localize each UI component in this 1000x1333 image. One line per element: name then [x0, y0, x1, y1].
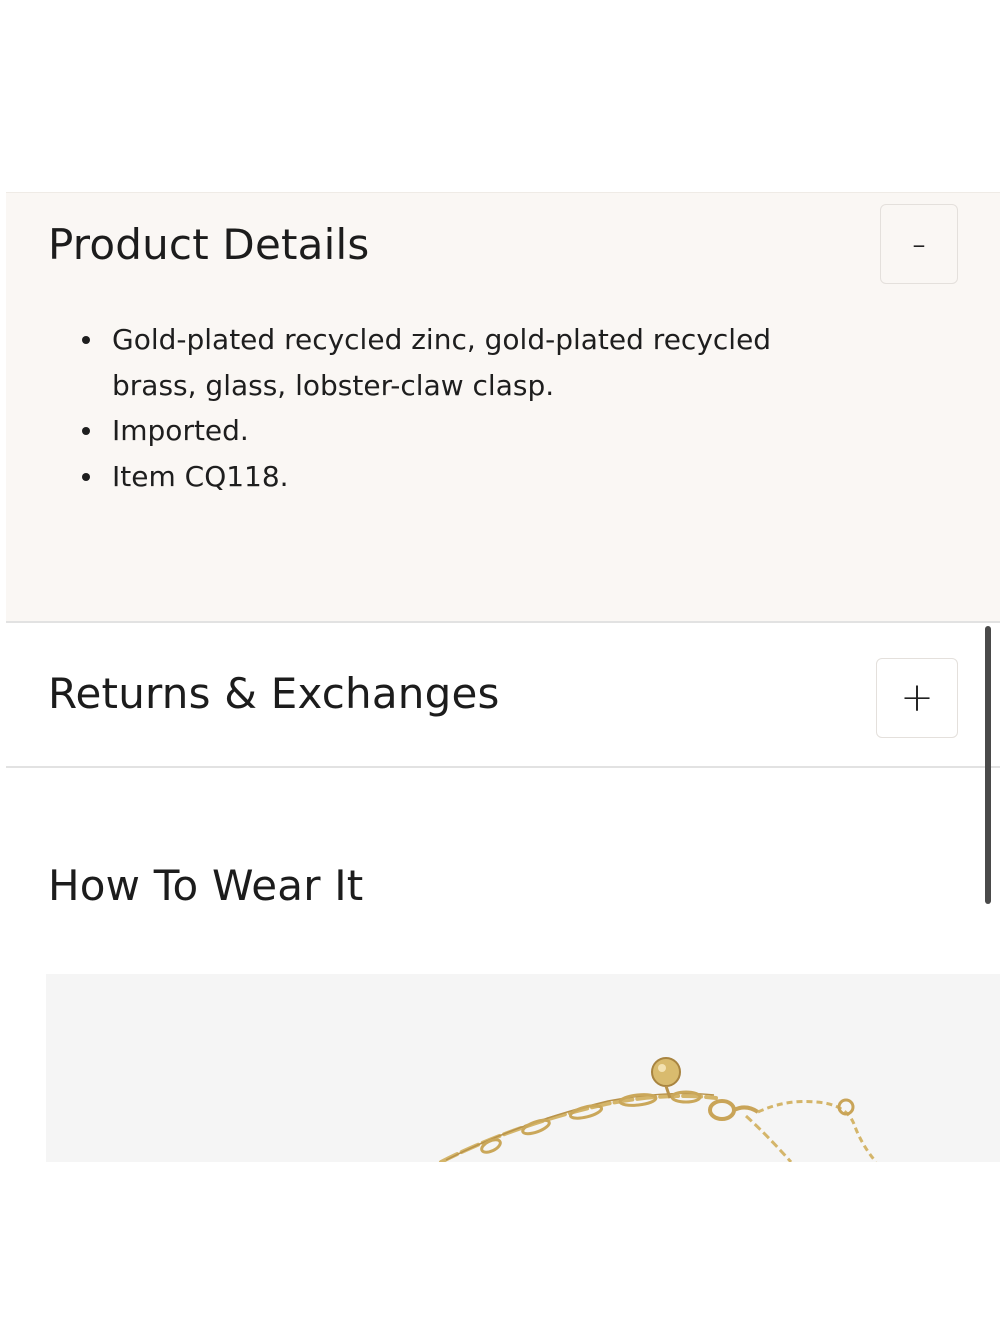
returns-exchanges-title[interactable]: Returns & Exchanges: [48, 668, 500, 720]
gold-chain-necklace-photo[interactable]: [46, 974, 1000, 1162]
scrollbar[interactable]: [985, 626, 991, 904]
product-details-title[interactable]: Product Details: [48, 219, 369, 271]
minus-icon: -: [911, 221, 927, 267]
collapse-product-details-button[interactable]: -: [880, 204, 958, 284]
product-page: Product Details - Gold-plated recycled z…: [0, 0, 1000, 1333]
divider: [6, 766, 1000, 768]
list-item: Imported.: [62, 408, 822, 454]
necklace-icon: [439, 1057, 878, 1162]
how-to-wear-title: How To Wear It: [48, 861, 364, 910]
divider: [6, 621, 1000, 623]
list-item: Item CQ118.: [62, 454, 822, 500]
plus-icon: +: [900, 675, 934, 721]
list-item: Gold-plated recycled zinc, gold-plated r…: [62, 317, 822, 408]
product-details-list: Gold-plated recycled zinc, gold-plated r…: [62, 317, 822, 499]
product-details-accordion: Product Details - Gold-plated recycled z…: [6, 192, 1000, 623]
returns-exchanges-accordion[interactable]: Returns & Exchanges +: [6, 624, 1000, 766]
expand-returns-button[interactable]: +: [876, 658, 958, 738]
